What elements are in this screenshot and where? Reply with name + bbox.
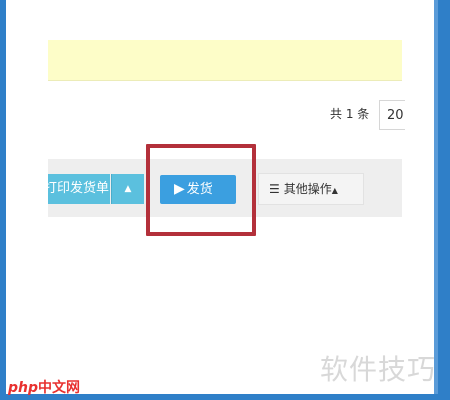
more-actions-button[interactable]: ☰ 其他操作▲ [258,173,364,205]
watermark-text: 软件技巧 [320,353,437,386]
print-invoice-button[interactable]: 打印发货单 [48,174,110,204]
caret-up-icon: ▲ [124,184,132,194]
window-frame-right [438,0,450,400]
notice-bar [48,40,402,81]
page-size-select[interactable]: 20 [379,100,405,130]
print-dropdown-toggle[interactable]: ▲ [111,174,144,204]
window-frame-left [0,0,6,400]
watermark-cn: 中文网 [38,380,81,396]
watermark-php: php [8,380,39,396]
more-actions-label: 其他操作 [283,182,332,196]
highlight-annotation [146,144,256,236]
list-icon: ☰ [269,182,280,196]
pager-total: 共 1 条 [330,107,370,121]
watermark-logo: php中文网 [8,378,80,398]
caret-up-icon: ▲ [331,186,338,195]
